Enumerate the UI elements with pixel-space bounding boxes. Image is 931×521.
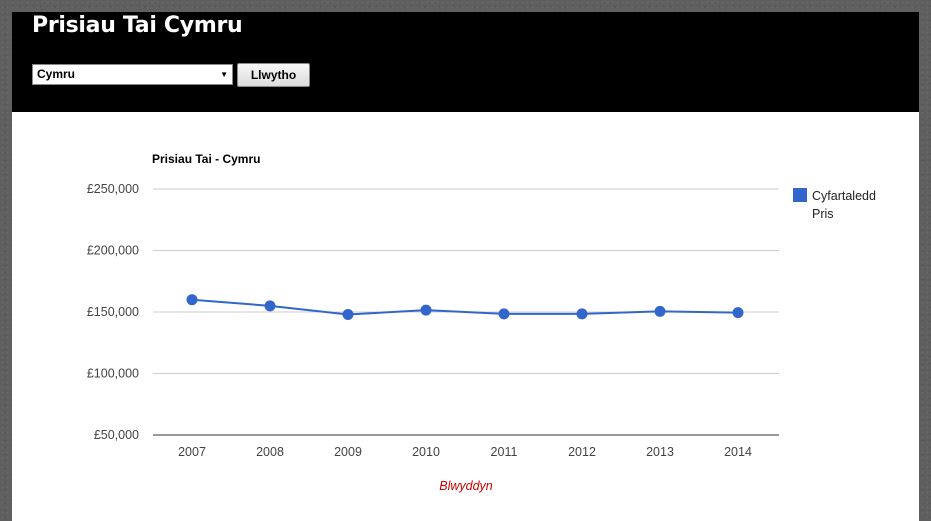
y-tick-label: £100,000 xyxy=(87,367,139,381)
data-point[interactable] xyxy=(576,308,588,320)
data-point[interactable] xyxy=(186,294,198,306)
x-tick-label: 2009 xyxy=(334,445,362,459)
x-tick-label: 2007 xyxy=(178,445,206,459)
chart-title: Prisiau Tai - Cymru xyxy=(152,152,260,166)
x-axis-title: Blwyddyn xyxy=(439,479,493,493)
load-button[interactable]: Llwytho xyxy=(237,63,310,87)
legend-label: Cyfartaledd xyxy=(812,189,876,203)
dropdown-arrow-icon: ▼ xyxy=(220,70,228,79)
page-title: Prisiau Tai Cymru xyxy=(32,13,243,38)
app-container: Prisiau Tai Cymru Cymru ▼ Llwytho £250,0… xyxy=(12,12,919,521)
x-tick-label: 2013 xyxy=(646,445,674,459)
y-tick-label: £50,000 xyxy=(94,428,139,442)
x-tick-label: 2008 xyxy=(256,445,284,459)
y-tick-label: £250,000 xyxy=(87,182,139,196)
y-tick-label: £200,000 xyxy=(87,244,139,258)
data-point[interactable] xyxy=(420,304,432,316)
line-chart: £250,000 £200,000 £150,000 £100,000 £50,000 2… xyxy=(87,152,876,493)
header-bar: Prisiau Tai Cymru Cymru ▼ Llwytho xyxy=(12,12,919,112)
data-point[interactable] xyxy=(732,307,744,319)
x-tick-label: 2011 xyxy=(491,445,518,459)
chart-panel: £250,000 £200,000 £150,000 £100,000 £50,000 2… xyxy=(12,112,919,521)
region-select[interactable]: Cymru ▼ xyxy=(32,64,233,85)
data-point[interactable] xyxy=(342,308,354,320)
x-tick-label: 2010 xyxy=(412,445,440,459)
data-point[interactable] xyxy=(654,305,666,317)
legend-swatch xyxy=(793,188,807,202)
data-point[interactable] xyxy=(264,300,276,312)
x-tick-label: 2014 xyxy=(724,445,752,459)
legend-label: Pris xyxy=(812,207,834,221)
data-point[interactable] xyxy=(498,308,510,320)
region-select-value: Cymru xyxy=(37,67,76,81)
y-tick-label: £150,000 xyxy=(87,305,139,319)
x-tick-label: 2012 xyxy=(568,445,596,459)
